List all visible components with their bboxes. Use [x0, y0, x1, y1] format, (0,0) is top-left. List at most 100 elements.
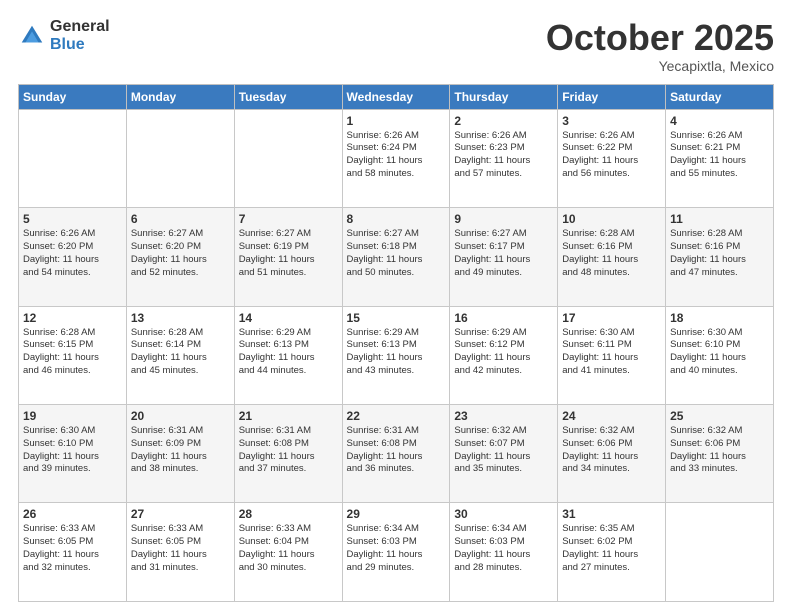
day-info: Sunrise: 6:34 AM Sunset: 6:03 PM Dayligh…: [454, 523, 553, 574]
day-info: Sunrise: 6:28 AM Sunset: 6:15 PM Dayligh…: [23, 327, 122, 378]
day-number: 15: [347, 311, 446, 325]
day-info: Sunrise: 6:30 AM Sunset: 6:11 PM Dayligh…: [562, 327, 661, 378]
day-number: 22: [347, 409, 446, 423]
day-of-week-header: Thursday: [450, 84, 558, 109]
day-number: 17: [562, 311, 661, 325]
day-info: Sunrise: 6:31 AM Sunset: 6:09 PM Dayligh…: [131, 425, 230, 476]
day-info: Sunrise: 6:27 AM Sunset: 6:18 PM Dayligh…: [347, 228, 446, 279]
day-info: Sunrise: 6:29 AM Sunset: 6:13 PM Dayligh…: [347, 327, 446, 378]
day-number: 25: [670, 409, 769, 423]
day-info: Sunrise: 6:28 AM Sunset: 6:14 PM Dayligh…: [131, 327, 230, 378]
day-of-week-header: Sunday: [19, 84, 127, 109]
calendar-day-cell: 4Sunrise: 6:26 AM Sunset: 6:21 PM Daylig…: [666, 109, 774, 207]
day-info: Sunrise: 6:26 AM Sunset: 6:24 PM Dayligh…: [347, 130, 446, 181]
day-number: 9: [454, 212, 553, 226]
calendar-week-row: 19 Sunrise: 6:30 AM Sunset: 6:10 PM Dayli…: [19, 405, 774, 503]
logo-icon: [18, 22, 46, 50]
day-number: 6: [131, 212, 230, 226]
calendar-day-cell: 30Sunrise: 6:34 AM Sunset: 6:03 PM Dayli…: [450, 503, 558, 602]
calendar-day-cell: 10 Sunrise: 6:28 AM Sunset: 6:16 PM Dayli…: [558, 208, 666, 306]
day-number: 20: [131, 409, 230, 423]
day-info: Sunrise: 6:28 AM Sunset: 6:16 PM Dayligh…: [562, 228, 661, 279]
month-title: October 2025: [546, 18, 774, 58]
day-info: Sunrise: 6:27 AM Sunset: 6:17 PM Dayligh…: [454, 228, 553, 279]
logo-blue-text: Blue: [50, 36, 110, 54]
calendar-day-cell: 21 Sunrise: 6:31 AM Sunset: 6:08 PM Dayli…: [234, 405, 342, 503]
calendar-day-cell: 2Sunrise: 6:26 AM Sunset: 6:23 PM Daylig…: [450, 109, 558, 207]
day-number: 2: [454, 114, 553, 128]
day-info: Sunrise: 6:31 AM Sunset: 6:08 PM Dayligh…: [347, 425, 446, 476]
day-info: Sunrise: 6:29 AM Sunset: 6:12 PM Dayligh…: [454, 327, 553, 378]
calendar-day-cell: 5 Sunrise: 6:26 AM Sunset: 6:20 PM Daylig…: [19, 208, 127, 306]
day-number: 3: [562, 114, 661, 128]
day-info: Sunrise: 6:30 AM Sunset: 6:10 PM Dayligh…: [23, 425, 122, 476]
day-info: Sunrise: 6:26 AM Sunset: 6:20 PM Dayligh…: [23, 228, 122, 279]
calendar-day-cell: 31 Sunrise: 6:35 AM Sunset: 6:02 PM Dayli…: [558, 503, 666, 602]
day-info: Sunrise: 6:28 AM Sunset: 6:16 PM Dayligh…: [670, 228, 769, 279]
day-info: Sunrise: 6:33 AM Sunset: 6:05 PM Dayligh…: [131, 523, 230, 574]
day-number: 18: [670, 311, 769, 325]
calendar-day-cell: 13 Sunrise: 6:28 AM Sunset: 6:14 PM Dayli…: [126, 306, 234, 404]
calendar-day-cell: 6 Sunrise: 6:27 AM Sunset: 6:20 PM Daylig…: [126, 208, 234, 306]
page: General Blue October 2025 Yecapixtla, Me…: [0, 0, 792, 612]
calendar-day-cell: 17 Sunrise: 6:30 AM Sunset: 6:11 PM Dayli…: [558, 306, 666, 404]
day-of-week-header: Monday: [126, 84, 234, 109]
day-info: Sunrise: 6:32 AM Sunset: 6:06 PM Dayligh…: [562, 425, 661, 476]
day-info: Sunrise: 6:27 AM Sunset: 6:20 PM Dayligh…: [131, 228, 230, 279]
day-number: 29: [347, 507, 446, 521]
day-number: 24: [562, 409, 661, 423]
calendar-day-cell: 16 Sunrise: 6:29 AM Sunset: 6:12 PM Dayli…: [450, 306, 558, 404]
day-info: Sunrise: 6:32 AM Sunset: 6:07 PM Dayligh…: [454, 425, 553, 476]
day-info: Sunrise: 6:31 AM Sunset: 6:08 PM Dayligh…: [239, 425, 338, 476]
calendar-day-cell: [19, 109, 127, 207]
day-number: 5: [23, 212, 122, 226]
calendar-header-row: SundayMondayTuesdayWednesdayThursdayFrid…: [19, 84, 774, 109]
day-info: Sunrise: 6:34 AM Sunset: 6:03 PM Dayligh…: [347, 523, 446, 574]
day-number: 27: [131, 507, 230, 521]
day-of-week-header: Tuesday: [234, 84, 342, 109]
day-number: 1: [347, 114, 446, 128]
calendar-day-cell: 26Sunrise: 6:33 AM Sunset: 6:05 PM Dayli…: [19, 503, 127, 602]
day-number: 13: [131, 311, 230, 325]
day-number: 7: [239, 212, 338, 226]
day-info: Sunrise: 6:26 AM Sunset: 6:22 PM Dayligh…: [562, 130, 661, 181]
calendar-day-cell: 28 Sunrise: 6:33 AM Sunset: 6:04 PM Dayli…: [234, 503, 342, 602]
day-number: 11: [670, 212, 769, 226]
day-number: 8: [347, 212, 446, 226]
day-number: 12: [23, 311, 122, 325]
day-number: 16: [454, 311, 553, 325]
calendar-week-row: 26Sunrise: 6:33 AM Sunset: 6:05 PM Dayli…: [19, 503, 774, 602]
day-number: 21: [239, 409, 338, 423]
calendar-day-cell: 15 Sunrise: 6:29 AM Sunset: 6:13 PM Dayli…: [342, 306, 450, 404]
calendar-day-cell: 22 Sunrise: 6:31 AM Sunset: 6:08 PM Dayli…: [342, 405, 450, 503]
calendar-day-cell: 20 Sunrise: 6:31 AM Sunset: 6:09 PM Dayli…: [126, 405, 234, 503]
day-info: Sunrise: 6:32 AM Sunset: 6:06 PM Dayligh…: [670, 425, 769, 476]
calendar-day-cell: [234, 109, 342, 207]
day-info: Sunrise: 6:35 AM Sunset: 6:02 PM Dayligh…: [562, 523, 661, 574]
day-info: Sunrise: 6:33 AM Sunset: 6:04 PM Dayligh…: [239, 523, 338, 574]
day-of-week-header: Friday: [558, 84, 666, 109]
logo-general-text: General: [50, 18, 110, 36]
calendar-day-cell: 12 Sunrise: 6:28 AM Sunset: 6:15 PM Dayli…: [19, 306, 127, 404]
day-number: 31: [562, 507, 661, 521]
day-number: 4: [670, 114, 769, 128]
header: General Blue October 2025 Yecapixtla, Me…: [18, 18, 774, 74]
calendar-day-cell: 1 Sunrise: 6:26 AM Sunset: 6:24 PM Daylig…: [342, 109, 450, 207]
calendar-day-cell: 18 Sunrise: 6:30 AM Sunset: 6:10 PM Dayli…: [666, 306, 774, 404]
day-number: 23: [454, 409, 553, 423]
day-info: Sunrise: 6:29 AM Sunset: 6:13 PM Dayligh…: [239, 327, 338, 378]
day-number: 14: [239, 311, 338, 325]
day-number: 19: [23, 409, 122, 423]
day-info: Sunrise: 6:30 AM Sunset: 6:10 PM Dayligh…: [670, 327, 769, 378]
calendar-day-cell: 11 Sunrise: 6:28 AM Sunset: 6:16 PM Dayli…: [666, 208, 774, 306]
calendar-day-cell: 14 Sunrise: 6:29 AM Sunset: 6:13 PM Dayli…: [234, 306, 342, 404]
calendar-day-cell: 25 Sunrise: 6:32 AM Sunset: 6:06 PM Dayli…: [666, 405, 774, 503]
calendar-week-row: 1 Sunrise: 6:26 AM Sunset: 6:24 PM Daylig…: [19, 109, 774, 207]
calendar-day-cell: 3 Sunrise: 6:26 AM Sunset: 6:22 PM Daylig…: [558, 109, 666, 207]
day-number: 10: [562, 212, 661, 226]
day-number: 28: [239, 507, 338, 521]
logo-text: General Blue: [50, 18, 110, 53]
day-of-week-header: Wednesday: [342, 84, 450, 109]
calendar-day-cell: 7Sunrise: 6:27 AM Sunset: 6:19 PM Daylig…: [234, 208, 342, 306]
calendar-day-cell: [666, 503, 774, 602]
